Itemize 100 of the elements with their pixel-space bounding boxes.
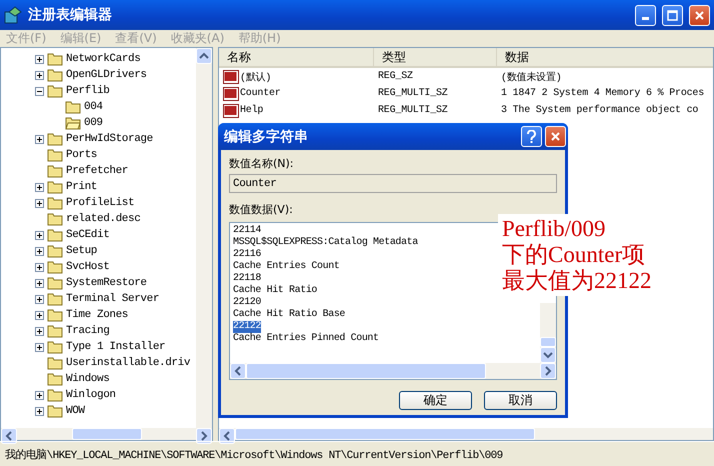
field-label: 数值数据(V): bbox=[229, 202, 294, 217]
plus-icon[interactable] bbox=[35, 54, 44, 64]
plus-icon[interactable] bbox=[35, 326, 44, 336]
registry-path: 我的电脑\HKEY_LOCAL_MACHINE\SOFTWARE\Microsoft\Windows NT\CurrentVersion\Perflib\009 bbox=[5, 448, 503, 462]
tree-item[interactable]: Prefetcher bbox=[66, 165, 128, 177]
plus-icon[interactable] bbox=[35, 342, 44, 352]
scroll-left-icon[interactable] bbox=[219, 428, 235, 444]
plus-icon[interactable] bbox=[35, 278, 44, 288]
column-header[interactable]: 类型 bbox=[374, 48, 497, 66]
tree-item[interactable]: Type 1 Installer bbox=[66, 341, 166, 353]
value-type: REG_SZ bbox=[378, 71, 413, 82]
vertical-scrollbar[interactable] bbox=[196, 48, 212, 428]
ok-button[interactable]: 确定 bbox=[399, 391, 472, 410]
maximize-icon bbox=[667, 10, 678, 20]
tree-item[interactable]: Windows bbox=[66, 373, 110, 385]
folder-icon bbox=[47, 244, 63, 258]
horizontal-scrollbar[interactable] bbox=[230, 363, 556, 379]
tree-item[interactable]: 004 bbox=[84, 101, 103, 113]
close-button[interactable] bbox=[545, 126, 566, 147]
tree-item[interactable]: NetworkCards bbox=[66, 53, 140, 65]
scroll-left-icon[interactable] bbox=[1, 428, 17, 444]
tree-item[interactable]: SeCEdit bbox=[66, 229, 110, 241]
scroll-thumb[interactable] bbox=[540, 337, 556, 347]
tree-item[interactable]: PerHwIdStorage bbox=[66, 133, 153, 145]
plus-icon[interactable] bbox=[35, 406, 44, 416]
tree-item[interactable]: related.desc bbox=[66, 213, 140, 225]
value-name[interactable]: Help bbox=[240, 105, 264, 116]
tree-item[interactable]: SystemRestore bbox=[66, 277, 147, 289]
folder-icon bbox=[47, 68, 63, 82]
value-data: (数值未设置) bbox=[501, 70, 562, 84]
field-label: 数值名称(N): bbox=[229, 156, 295, 171]
folder-icon bbox=[47, 84, 63, 98]
plus-icon[interactable] bbox=[35, 182, 44, 192]
scroll-down-icon[interactable] bbox=[540, 347, 556, 363]
tree-item[interactable]: ProfileList bbox=[66, 197, 134, 209]
folder-icon bbox=[47, 372, 63, 386]
tree-item[interactable]: Ports bbox=[66, 149, 98, 161]
plus-icon[interactable] bbox=[35, 294, 44, 304]
tree-item[interactable]: Setup bbox=[66, 245, 98, 257]
plus-icon[interactable] bbox=[35, 262, 44, 272]
dialog-title: 编辑多字符串 bbox=[224, 128, 309, 146]
tree-item[interactable]: WOW bbox=[66, 405, 85, 417]
scroll-right-icon[interactable] bbox=[196, 428, 212, 444]
column-header[interactable]: 数据 bbox=[497, 48, 714, 66]
folder-icon bbox=[47, 276, 63, 290]
folder-icon bbox=[47, 148, 63, 162]
value-name[interactable]: (默认) bbox=[240, 70, 272, 84]
plus-icon[interactable] bbox=[35, 70, 44, 80]
folder-icon bbox=[47, 228, 63, 242]
tree-item[interactable]: Terminal Server bbox=[66, 293, 160, 305]
folder-icon bbox=[47, 356, 63, 370]
minus-icon[interactable] bbox=[35, 86, 44, 96]
tree-item[interactable]: OpenGLDrivers bbox=[66, 69, 147, 81]
close-button[interactable] bbox=[689, 4, 710, 26]
cancel-button[interactable]: 取消 bbox=[484, 391, 557, 410]
value-type: REG_MULTI_SZ bbox=[378, 105, 448, 116]
scroll-right-icon[interactable] bbox=[540, 363, 556, 379]
plus-icon[interactable] bbox=[35, 198, 44, 208]
tree-item[interactable]: Tracing bbox=[66, 325, 110, 337]
value-data: 3 The System performance object co bbox=[501, 105, 698, 116]
folder-icon bbox=[47, 324, 63, 338]
value-name[interactable]: Counter bbox=[240, 88, 281, 99]
scroll-left-icon[interactable] bbox=[230, 363, 246, 379]
plus-icon[interactable] bbox=[35, 246, 44, 256]
folder-icon bbox=[65, 100, 81, 114]
scroll-thumb[interactable] bbox=[72, 428, 142, 440]
folder-icon bbox=[47, 196, 63, 210]
help-button[interactable] bbox=[521, 126, 542, 147]
scroll-thumb[interactable] bbox=[246, 363, 486, 379]
folder-icon bbox=[47, 308, 63, 322]
tree-item[interactable]: Userinstallable.driv bbox=[66, 357, 190, 369]
tree-item[interactable]: 009 bbox=[84, 117, 103, 129]
maximize-button[interactable] bbox=[662, 4, 683, 26]
vertical-scrollbar[interactable] bbox=[540, 303, 556, 363]
folder-icon bbox=[47, 132, 63, 146]
scroll-up-icon[interactable] bbox=[196, 48, 212, 64]
scroll-thumb[interactable] bbox=[235, 428, 535, 440]
plus-icon[interactable] bbox=[35, 134, 44, 144]
tree-item[interactable]: Perflib bbox=[66, 85, 110, 97]
folder-icon bbox=[47, 292, 63, 306]
open-folder-icon bbox=[65, 116, 81, 130]
tree-item[interactable]: Print bbox=[66, 181, 98, 193]
window-title: 注册表编辑器 bbox=[28, 6, 113, 24]
plus-icon[interactable] bbox=[35, 390, 44, 400]
folder-icon bbox=[47, 388, 63, 402]
minimize-button[interactable] bbox=[635, 4, 656, 26]
column-header[interactable]: 名称 bbox=[219, 48, 374, 66]
string-value-icon bbox=[223, 104, 239, 118]
close-icon bbox=[694, 10, 705, 20]
folder-icon bbox=[47, 340, 63, 354]
plus-icon[interactable] bbox=[35, 230, 44, 240]
question-mark-icon bbox=[526, 130, 537, 143]
folder-icon bbox=[47, 180, 63, 194]
string-value-icon bbox=[223, 70, 239, 84]
tree-item[interactable]: SvcHost bbox=[66, 261, 110, 273]
value-name-field[interactable]: Counter bbox=[229, 174, 557, 193]
tree-item[interactable]: Winlogon bbox=[66, 389, 116, 401]
tree-item[interactable]: Time Zones bbox=[66, 309, 128, 321]
plus-icon[interactable] bbox=[35, 310, 44, 320]
value-type: REG_MULTI_SZ bbox=[378, 88, 448, 99]
